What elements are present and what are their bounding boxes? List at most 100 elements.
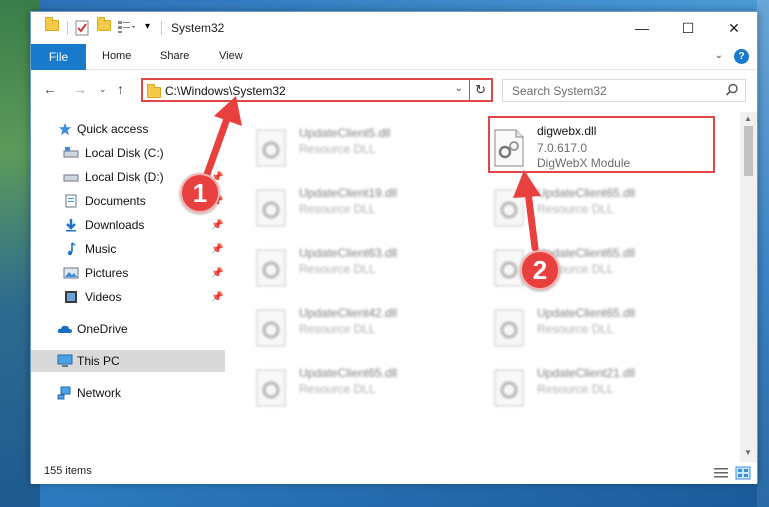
close-button[interactable]: ✕ [711,12,757,44]
new-folder-icon[interactable] [97,17,111,36]
file-type: Resource DLL [299,322,376,336]
sidebar-item-videos[interactable]: Videos 📌 [31,286,225,308]
sidebar-item-label: Documents [85,194,146,208]
address-bar[interactable]: C:\Windows\System32 ⌄ ↻ [141,78,493,102]
pin-icon[interactable]: 📌 [211,292,223,303]
file-name: UpdateClient65.dll [537,306,636,320]
drive-icon [63,147,79,158]
sidebar-item-label: OneDrive [77,322,128,336]
separator [67,21,68,35]
list-item[interactable]: UpdateClient65.dll Resource DLL [491,180,711,238]
folder-icon [45,17,59,36]
explorer-window: ▾ System32 — ☐ ✕ File Home Share View ⌄ … [30,11,758,484]
pin-icon[interactable]: 📌 [211,268,223,279]
pin-icon[interactable]: 📌 [211,244,223,255]
status-bar: 155 items [31,462,757,484]
forward-arrow-icon[interactable]: → [73,81,87,97]
file-type: Resource DLL [537,382,614,396]
sidebar-item-quick-access[interactable]: Quick access [31,118,225,140]
star-icon [58,122,72,136]
file-name: UpdateClient65.dll [299,366,398,380]
folder-icon [147,84,161,98]
search-input[interactable]: Search System32 [512,84,607,98]
sidebar-item-label: This PC [77,354,120,368]
pin-icon[interactable]: 📌 [211,220,223,231]
window-title: System32 [171,21,225,35]
navigation-bar: ← → ⌄ ↑ C:\Windows\System32 ⌄ ↻ Search S… [31,74,757,106]
tab-file[interactable]: File [31,44,86,70]
sidebar-item-music[interactable]: Music 📌 [31,238,225,260]
drive-icon [63,174,79,182]
dll-file-icon [256,189,286,227]
file-name: UpdateClient5.dll [299,126,391,140]
pictures-icon [63,267,79,279]
navigation-pane: Quick access Local Disk (C:) Local Disk … [31,112,225,462]
customize-toolbar-icon[interactable]: ▾ [145,21,150,37]
file-type: Resource DLL [299,262,376,276]
tab-view[interactable]: View [219,50,243,62]
large-icons-view-icon[interactable] [735,466,751,480]
cloud-icon [57,325,72,333]
file-name: UpdateClient42.dll [299,306,398,320]
file-type: Resource DLL [299,142,376,156]
sidebar-item-local-disk-c[interactable]: Local Disk (C:) [31,142,225,164]
sidebar-item-label: Network [77,386,122,400]
scroll-up-icon[interactable]: ▲ [744,114,752,123]
file-name: UpdateClient63.dll [299,246,398,260]
list-item[interactable]: UpdateClient5.dll Resource DLL [253,120,473,178]
desktop-background-right [757,0,769,507]
dll-file-icon [256,249,286,287]
list-item[interactable]: UpdateClient65.dll Resource DLL [253,360,473,418]
network-icon [57,386,71,400]
music-icon [67,242,76,256]
file-type: Resource DLL [299,382,376,396]
list-item[interactable]: UpdateClient65.dll Resource DLL [491,300,711,358]
sidebar-item-downloads[interactable]: Downloads 📌 [31,214,225,236]
file-name: UpdateClient65.dll [537,186,636,200]
tab-home[interactable]: Home [102,50,131,62]
dll-file-icon [256,369,286,407]
properties-icon[interactable] [75,20,89,36]
maximize-button[interactable]: ☐ [665,12,711,44]
step-badge-1: 1 [180,173,220,213]
file-name: UpdateClient21.dll [537,366,636,380]
file-name: UpdateClient19.dll [299,186,398,200]
sidebar-item-onedrive[interactable]: OneDrive [31,318,225,340]
recent-locations-icon[interactable]: ⌄ [99,84,107,95]
highlight-box [488,116,715,173]
separator [161,21,162,35]
search-box[interactable]: Search System32 [502,79,746,102]
ribbon-tabs: File Home Share View ⌄ ? [31,44,757,70]
videos-icon [65,291,77,303]
scroll-down-icon[interactable]: ▼ [744,448,752,457]
sidebar-item-label: Downloads [85,218,145,232]
list-item[interactable]: UpdateClient21.dll Resource DLL [491,360,711,418]
list-item[interactable]: UpdateClient42.dll Resource DLL [253,300,473,358]
help-button[interactable]: ? [734,49,749,64]
sidebar-item-label: Local Disk (C:) [85,146,164,160]
documents-icon [65,194,77,208]
vertical-scrollbar[interactable]: ▲ ▼ [740,112,757,462]
view-options-icon[interactable] [117,20,137,36]
step-badge-2: 2 [520,250,560,290]
tab-share[interactable]: Share [160,50,189,62]
dll-file-icon [256,309,286,347]
search-icon[interactable] [725,83,739,97]
sidebar-item-pictures[interactable]: Pictures 📌 [31,262,225,284]
expand-ribbon-icon[interactable]: ⌄ [715,50,723,61]
list-item[interactable]: UpdateClient63.dll Resource DLL [253,240,473,298]
sidebar-item-network[interactable]: Network [31,382,225,404]
address-dropdown-icon[interactable]: ⌄ [455,83,463,94]
details-view-icon[interactable] [713,466,729,480]
sidebar-item-label: Music [85,242,117,256]
back-arrow-icon[interactable]: ← [43,81,57,97]
up-arrow-icon[interactable]: ↑ [117,81,124,97]
sidebar-item-this-pc[interactable]: This PC [31,350,225,372]
dll-file-icon [494,369,524,407]
address-path[interactable]: C:\Windows\System32 [165,84,286,98]
refresh-icon[interactable]: ↻ [469,80,491,100]
minimize-button[interactable]: — [619,12,665,44]
scrollbar-thumb[interactable] [744,126,753,176]
list-item[interactable]: UpdateClient19.dll Resource DLL [253,180,473,238]
sidebar-item-label: Videos [85,290,122,304]
